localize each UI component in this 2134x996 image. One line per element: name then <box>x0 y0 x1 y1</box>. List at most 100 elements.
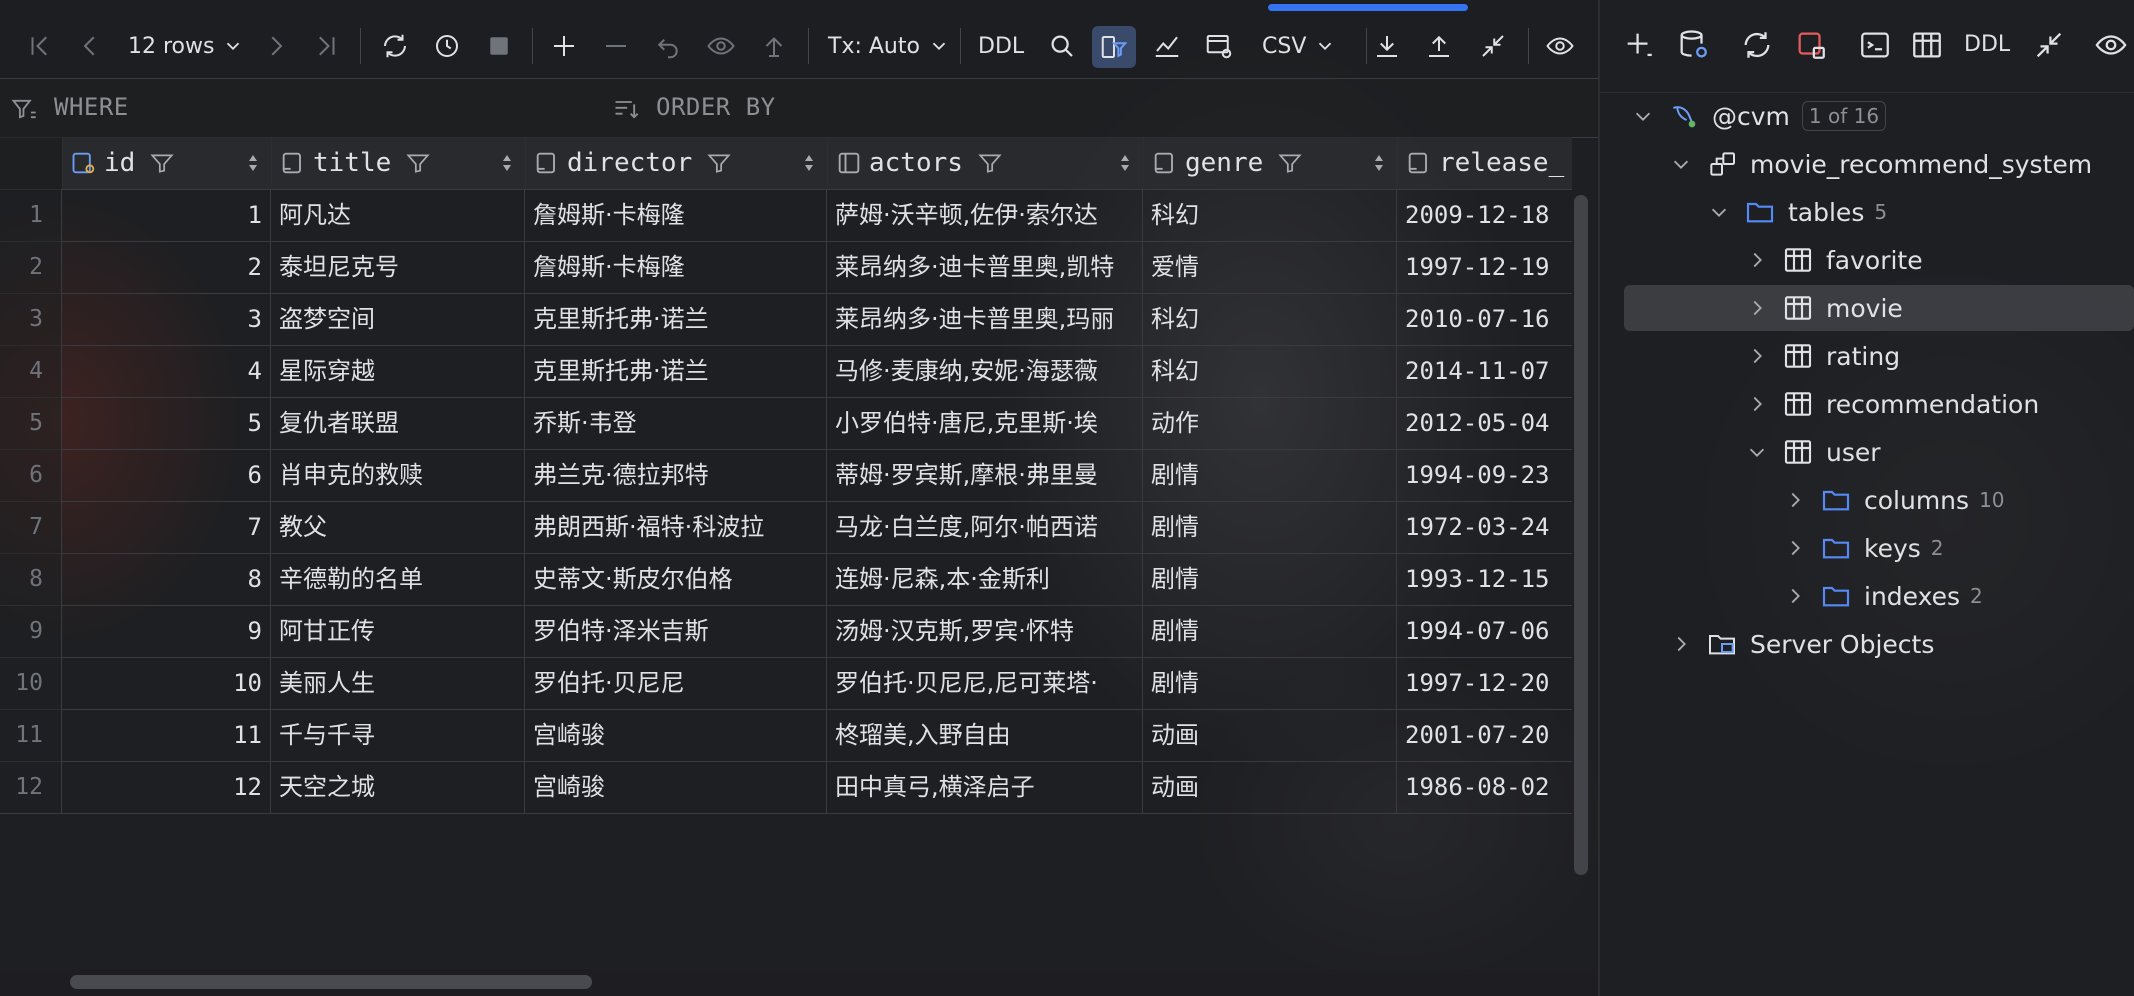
cell-actors[interactable]: 萨姆·沃辛顿,佐伊·索尔达 <box>827 189 1143 241</box>
cell-release-date[interactable]: 1993-12-15 <box>1397 553 1572 605</box>
explorer-ddl-button[interactable]: DDL <box>1964 32 2010 57</box>
delete-row-icon[interactable] <box>598 26 634 66</box>
cell-id[interactable]: 9 <box>62 605 271 657</box>
table-row[interactable]: 8 8 辛德勒的名单 史蒂文·斯皮尔伯格 连姆·尼森,本·金斯利 剧情 1993-12-15 <box>0 553 1572 606</box>
tree-server-objects[interactable]: Server Objects <box>1670 622 1934 666</box>
column-header-genre[interactable]: genre <box>1143 137 1398 190</box>
cell-genre[interactable]: 动画 <box>1143 761 1397 813</box>
history-clock-icon[interactable] <box>428 26 466 66</box>
table-row[interactable]: 12 12 天空之城 宫崎骏 田中真弓,横泽启子 动画 1986-08-02 <box>0 761 1572 814</box>
cell-actors[interactable]: 马修·麦康纳,安妮·海瑟薇 <box>827 345 1143 397</box>
cell-id[interactable]: 10 <box>62 657 271 709</box>
cell-title[interactable]: 星际穿越 <box>271 345 525 397</box>
cell-director[interactable]: 弗朗西斯·福特·科波拉 <box>525 501 827 553</box>
table-icon[interactable] <box>1910 28 1948 66</box>
rows-count-dropdown[interactable]: 12 rows <box>128 26 244 66</box>
view-settings-icon[interactable] <box>1200 26 1238 66</box>
cell-actors[interactable]: 蒂姆·罗宾斯,摩根·弗里曼 <box>827 449 1143 501</box>
eye-icon[interactable] <box>1540 26 1580 66</box>
chevron-right-icon[interactable] <box>1784 489 1806 511</box>
tree-user-columns[interactable]: columns 10 <box>1784 478 2005 522</box>
stop-icon[interactable] <box>482 26 516 66</box>
cell-title[interactable]: 美丽人生 <box>271 657 525 709</box>
cell-director[interactable]: 乔斯·韦登 <box>525 397 827 449</box>
cell-id[interactable]: 6 <box>62 449 271 501</box>
cell-genre[interactable]: 剧情 <box>1143 449 1397 501</box>
horizontal-scrollbar[interactable] <box>70 975 592 989</box>
table-row[interactable]: 1 1 阿凡达 詹姆斯·卡梅隆 萨姆·沃辛顿,佐伊·索尔达 科幻 2009-12-18 <box>0 189 1572 242</box>
chevron-right-icon[interactable] <box>1784 537 1806 559</box>
cell-id[interactable]: 3 <box>62 293 271 345</box>
cell-release-date[interactable]: 2012-05-04 <box>1397 397 1572 449</box>
cell-genre[interactable]: 剧情 <box>1143 501 1397 553</box>
last-page-icon[interactable] <box>308 26 344 66</box>
cell-genre[interactable]: 动作 <box>1143 397 1397 449</box>
cell-id[interactable]: 8 <box>62 553 271 605</box>
compare-icon[interactable] <box>1474 26 1512 66</box>
table-row[interactable]: 11 11 千与千寻 宫崎骏 柊瑠美,入野自由 动画 2001-07-20 <box>0 709 1572 762</box>
chevron-down-icon[interactable] <box>1746 441 1768 463</box>
chevron-right-icon[interactable] <box>1746 297 1768 319</box>
column-header-title[interactable]: title <box>271 137 526 190</box>
cell-id[interactable]: 2 <box>62 241 271 293</box>
cell-actors[interactable]: 田中真弓,横泽启子 <box>827 761 1143 813</box>
cell-title[interactable]: 辛德勒的名单 <box>271 553 525 605</box>
tree-user-indexes[interactable]: indexes 2 <box>1784 574 1983 618</box>
column-filter-icon[interactable] <box>149 150 175 176</box>
cell-id[interactable]: 4 <box>62 345 271 397</box>
cell-title[interactable]: 阿凡达 <box>271 189 525 241</box>
table-row[interactable]: 7 7 教父 弗朗西斯·福特·科波拉 马龙·白兰度,阿尔·帕西诺 剧情 1972-03-24 <box>0 501 1572 554</box>
cell-release-date[interactable]: 2010-07-16 <box>1397 293 1572 345</box>
add-row-icon[interactable] <box>546 26 582 66</box>
cell-director[interactable]: 詹姆斯·卡梅隆 <box>525 241 827 293</box>
filter-toggle-icon[interactable] <box>1092 26 1136 68</box>
where-input[interactable]: WHERE <box>54 93 129 121</box>
cell-director[interactable]: 罗伯托·贝尼尼 <box>525 657 827 709</box>
column-filter-icon[interactable] <box>977 150 1003 176</box>
cell-release-date[interactable]: 1994-09-23 <box>1397 449 1572 501</box>
table-row[interactable]: 6 6 肖申克的救赎 弗兰克·德拉邦特 蒂姆·罗宾斯,摩根·弗里曼 剧情 1994-09-2… <box>0 449 1572 502</box>
chevron-right-icon[interactable] <box>1746 393 1768 415</box>
tree-schema[interactable]: movie_recommend_system <box>1670 142 2092 186</box>
vertical-scrollbar[interactable] <box>1574 195 1588 875</box>
cell-id[interactable]: 11 <box>62 709 271 761</box>
cell-actors[interactable]: 汤姆·汉克斯,罗宾·怀特 <box>827 605 1143 657</box>
export-format-dropdown[interactable]: CSV <box>1262 26 1336 66</box>
table-row[interactable]: 10 10 美丽人生 罗伯托·贝尼尼 罗伯托·贝尼尼,尼可莱塔· 剧情 1997-12-20 <box>0 657 1572 710</box>
cell-release-date[interactable]: 1994-07-06 <box>1397 605 1572 657</box>
sort-arrows-icon[interactable] <box>245 151 261 175</box>
compare-icon[interactable] <box>2032 28 2070 66</box>
column-header-id[interactable]: id <box>62 137 272 190</box>
submit-icon[interactable] <box>756 26 792 66</box>
cell-director[interactable]: 宫崎骏 <box>525 761 827 813</box>
ddl-button[interactable]: DDL <box>978 26 1024 66</box>
cell-release-date[interactable]: 2014-11-07 <box>1397 345 1572 397</box>
cell-release-date[interactable]: 1997-12-20 <box>1397 657 1572 709</box>
table-row[interactable]: 3 3 盗梦空间 克里斯托弗·诺兰 莱昂纳多·迪卡普里奥,玛丽 科幻 2010-07-16 <box>0 293 1572 346</box>
cell-id[interactable]: 5 <box>62 397 271 449</box>
chevron-down-icon[interactable] <box>1708 201 1730 223</box>
sort-arrows-icon[interactable] <box>801 151 817 175</box>
cell-release-date[interactable]: 1986-08-02 <box>1397 761 1572 813</box>
cell-director[interactable]: 史蒂文·斯皮尔伯格 <box>525 553 827 605</box>
cell-director[interactable]: 宫崎骏 <box>525 709 827 761</box>
cell-actors[interactable]: 莱昂纳多·迪卡普里奥,玛丽 <box>827 293 1143 345</box>
column-header-release[interactable]: release_ <box>1397 137 1572 190</box>
tree-user-keys[interactable]: keys 2 <box>1784 526 1944 570</box>
cell-title[interactable]: 千与千寻 <box>271 709 525 761</box>
refresh-icon[interactable] <box>1740 28 1778 66</box>
column-filter-icon[interactable] <box>706 150 732 176</box>
chevron-right-icon[interactable] <box>1746 249 1768 271</box>
table-row[interactable]: 2 2 泰坦尼克号 詹姆斯·卡梅隆 莱昂纳多·迪卡普里奥,凯特 爱情 1997-12-19 <box>0 241 1572 294</box>
cell-actors[interactable]: 莱昂纳多·迪卡普里奥,凯特 <box>827 241 1143 293</box>
tree-tables-folder[interactable]: tables 5 <box>1708 190 1887 234</box>
cell-genre[interactable]: 爱情 <box>1143 241 1397 293</box>
transaction-mode-dropdown[interactable]: Tx: Auto <box>828 26 950 66</box>
add-icon[interactable] <box>1622 28 1660 66</box>
cell-release-date[interactable]: 1997-12-19 <box>1397 241 1572 293</box>
cell-genre[interactable]: 剧情 <box>1143 605 1397 657</box>
cell-title[interactable]: 泰坦尼克号 <box>271 241 525 293</box>
cell-title[interactable]: 阿甘正传 <box>271 605 525 657</box>
revert-icon[interactable] <box>650 26 686 66</box>
preview-changes-icon[interactable] <box>702 26 740 66</box>
